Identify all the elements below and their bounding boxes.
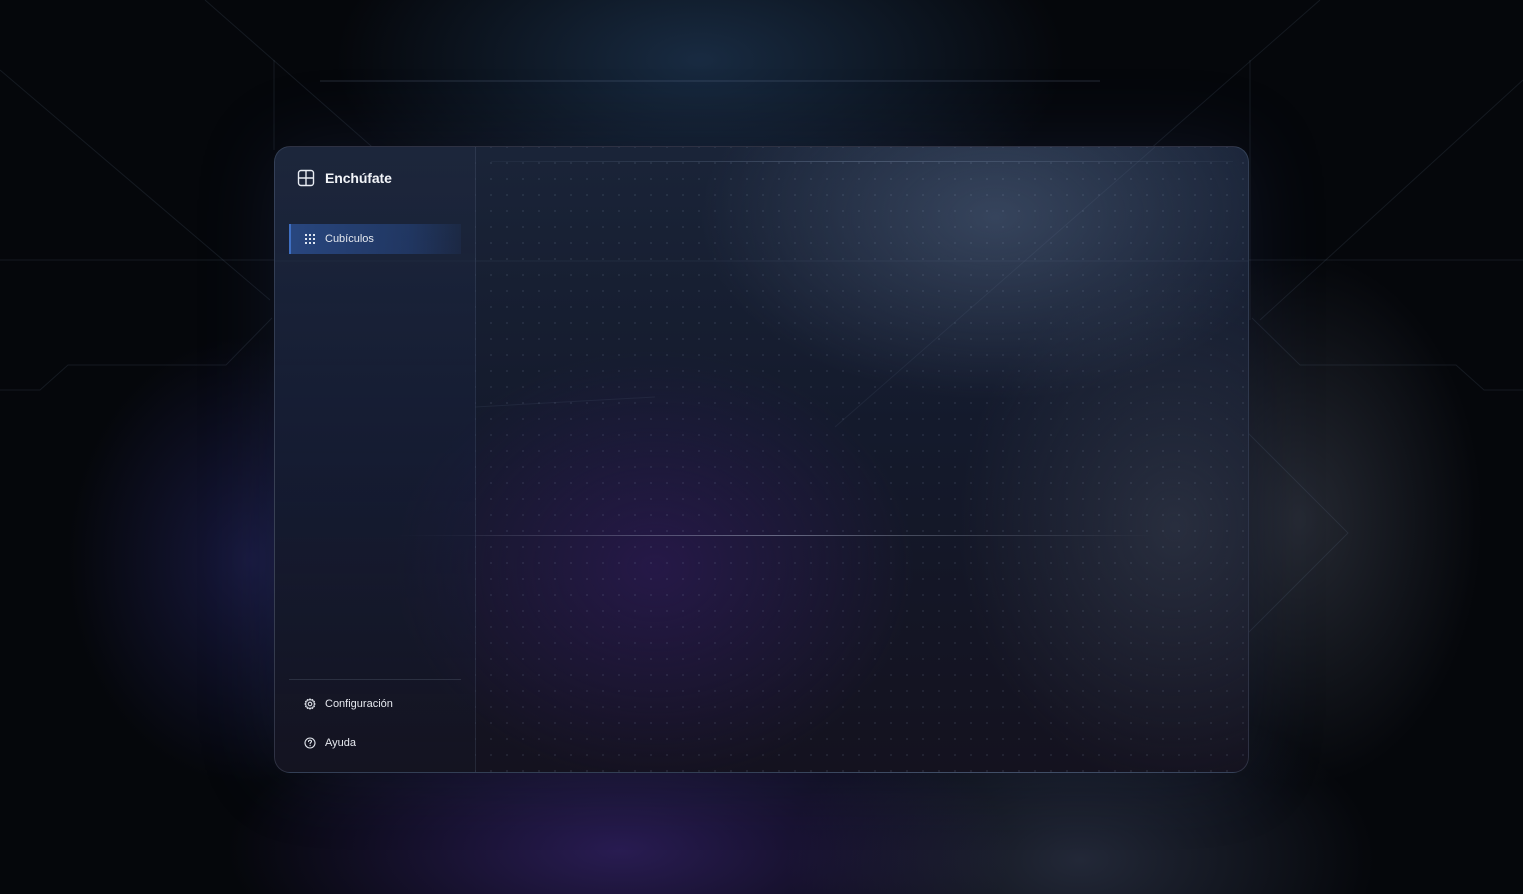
sidebar: Enchúfate Cubículos Configuración Ayuda — [275, 147, 476, 772]
app-name: Enchúfate — [325, 170, 392, 186]
sidebar-divider — [289, 679, 461, 680]
grid-dots-icon — [305, 234, 315, 244]
app-window: Enchúfate Cubículos Configuración Ayuda — [274, 146, 1249, 773]
brand[interactable]: Enchúfate — [297, 169, 392, 187]
sidebar-item-configuracion[interactable]: Configuración — [289, 689, 461, 719]
screen-background: Enchúfate Cubículos Configuración Ayuda — [0, 0, 1523, 894]
sidebar-item-label: Configuración — [325, 698, 393, 710]
gear-icon — [304, 698, 316, 710]
sidebar-item-cubiculos[interactable]: Cubículos — [289, 224, 461, 254]
panel-divider-line — [395, 535, 1155, 536]
panel-top-edge — [491, 161, 1233, 162]
layout-grid-icon — [297, 169, 315, 187]
sidebar-item-ayuda[interactable]: Ayuda — [289, 728, 461, 758]
sidebar-item-label: Ayuda — [325, 737, 356, 749]
help-circle-icon — [304, 737, 316, 749]
canvas-grid — [475, 147, 1248, 772]
sidebar-item-label: Cubículos — [325, 233, 374, 245]
